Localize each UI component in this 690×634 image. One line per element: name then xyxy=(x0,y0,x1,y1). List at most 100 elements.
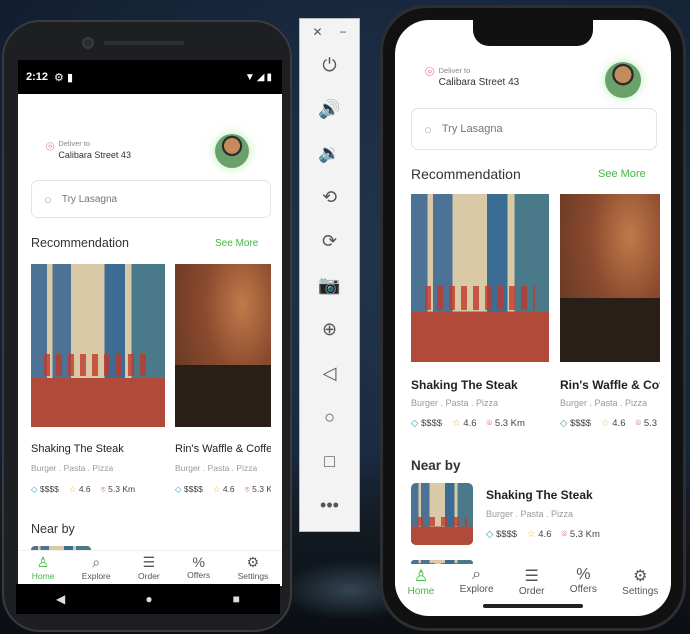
restaurant-name[interactable]: Rin's Waffle & Coffee xyxy=(175,443,271,455)
distance: 5.3 Km xyxy=(108,484,136,494)
price-level: $$$$ xyxy=(420,418,443,429)
star-icon: ☆ xyxy=(601,418,610,429)
overview-icon[interactable]: □ xyxy=(300,439,359,483)
rotate-left-icon[interactable]: ⟲ xyxy=(300,175,359,219)
volume-down-icon[interactable]: 🔉 xyxy=(300,131,359,175)
percent-icon: % xyxy=(192,554,205,570)
close-icon[interactable]: ✕ xyxy=(312,25,322,39)
star-icon: ☆ xyxy=(212,484,221,494)
volume-up-icon[interactable]: 🔊 xyxy=(300,87,359,131)
restaurant-name[interactable]: Shaking The Steak xyxy=(411,378,549,392)
restaurant-tags: Burger . Pasta . Pizza xyxy=(31,463,114,473)
price-level: $$$$ xyxy=(569,418,592,429)
rating: 4.6 xyxy=(612,418,626,429)
tab-bar: ♙ Home ⌕ Explore ☰ Order % Offers ⚙ Sett… xyxy=(18,550,282,586)
list-icon: ☰ xyxy=(524,568,539,585)
restaurant-meta: ◇ $$$$ ☆ 4.6 ⌾ 5.3 Km xyxy=(175,484,271,495)
search-icon: ⌕ xyxy=(472,566,482,583)
android-app: ⌾ Deliver to Calibara Street 43 ○ Recomm… xyxy=(18,94,282,586)
status-bar: 2:12 ⚙ ▮ ▼◢▮ xyxy=(18,60,282,94)
location-pin-icon: ⌾ xyxy=(46,138,55,154)
restaurant-meta: ◇ $$$$ ☆ 4.6 ⌾ 5.3 Km xyxy=(411,418,551,429)
more-icon[interactable]: ••• xyxy=(300,483,359,527)
rotate-right-icon[interactable]: ⟳ xyxy=(300,219,359,263)
rating: 4.6 xyxy=(78,484,91,494)
recent-apps-icon[interactable]: ■ xyxy=(233,592,240,606)
search-icon: ○ xyxy=(44,191,52,207)
tab-label: Explore xyxy=(459,584,494,595)
restaurant-name[interactable]: Shaking The Steak xyxy=(31,443,165,455)
settings-status-icon: ⚙ ▮ xyxy=(54,71,74,84)
restaurant-tags: Burger . Pasta . Pizza xyxy=(175,463,258,473)
price-tag-icon: ◇ xyxy=(31,484,38,494)
home-indicator[interactable] xyxy=(483,604,583,608)
star-icon: ☆ xyxy=(452,418,461,429)
power-icon[interactable]: ⏻ xyxy=(300,43,359,87)
ios-screen: ⌾ Deliver to Calibara Street 43 ○ Recomm… xyxy=(395,20,671,616)
search-input[interactable] xyxy=(61,193,222,205)
recommendation-title: Recommendation xyxy=(31,236,129,250)
star-icon: ☆ xyxy=(68,484,77,494)
tab-offers[interactable]: % Offers xyxy=(187,554,210,586)
search-icon: ○ xyxy=(424,121,432,137)
tab-settings[interactable]: ⚙ Settings xyxy=(622,566,658,614)
notch xyxy=(473,20,593,46)
price-tag-icon: ◇ xyxy=(560,418,568,429)
restaurant-card-image[interactable] xyxy=(411,194,549,362)
zoom-icon[interactable]: ⊕ xyxy=(300,307,359,351)
price-level: $$$$ xyxy=(495,529,518,540)
deliver-label: Deliver to xyxy=(58,139,91,148)
see-more-link[interactable]: See More xyxy=(215,238,258,249)
deliver-location[interactable]: ⌾ Deliver to Calibara Street 43 xyxy=(46,139,131,160)
price-level: $$$$ xyxy=(39,484,59,494)
recommendation-title: Recommendation xyxy=(411,166,521,182)
restaurant-card-image[interactable] xyxy=(31,264,165,427)
distance: 5.3 Km xyxy=(494,418,525,429)
price-tag-icon: ◇ xyxy=(411,418,419,429)
tab-label: Settings xyxy=(622,586,659,597)
tab-label: Order xyxy=(518,586,545,597)
tab-home[interactable]: ♙ Home xyxy=(408,566,435,614)
distance: 5.3 Km xyxy=(643,418,660,429)
restaurant-name[interactable]: Rin's Waffle & Coffee xyxy=(560,378,660,392)
price-level: $$$$ xyxy=(183,484,203,494)
back-icon[interactable]: ◀ xyxy=(56,592,65,606)
search-input[interactable] xyxy=(441,123,602,135)
gear-icon: ⚙ xyxy=(246,554,260,570)
nearby-restaurant-name[interactable]: Shaking The Steak xyxy=(486,488,656,502)
tab-label: Offers xyxy=(187,570,211,580)
minimize-icon[interactable]: − xyxy=(339,25,346,39)
home-icon[interactable]: ● xyxy=(145,592,152,606)
restaurant-card-image[interactable] xyxy=(175,264,271,427)
restaurant-card-image[interactable] xyxy=(560,194,660,362)
avatar[interactable] xyxy=(605,62,641,98)
tab-order[interactable]: ☰ Order xyxy=(138,554,160,586)
deliver-location[interactable]: ⌾ Deliver to Calibara Street 43 xyxy=(425,65,520,89)
emulator-toolbar: ✕ − ⏻ 🔊 🔉 ⟲ ⟳ 📷 ⊕ ◁ ○ □ ••• xyxy=(299,18,360,532)
delivery-address: Calibara Street 43 xyxy=(438,77,520,88)
nearby-title: Near by xyxy=(411,458,461,473)
tab-explore[interactable]: ⌕ Explore xyxy=(82,554,111,586)
home-icon[interactable]: ○ xyxy=(300,395,359,439)
signal-icons: ▼◢▮ xyxy=(244,71,274,83)
tab-home[interactable]: ♙ Home xyxy=(32,554,55,586)
list-icon: ☰ xyxy=(142,554,156,570)
person-icon: ♙ xyxy=(36,554,50,570)
restaurant-meta: ◇ $$$$ ☆ 4.6 ⌾ 5.3 Km xyxy=(560,418,660,429)
front-camera xyxy=(82,37,94,49)
ios-app: ⌾ Deliver to Calibara Street 43 ○ Recomm… xyxy=(395,20,671,616)
location-pin-icon: ⌾ xyxy=(486,418,493,429)
restaurant-tags: Burger . Pasta . Pizza xyxy=(411,398,499,408)
search-bar[interactable]: ○ xyxy=(31,180,271,218)
nearby-thumbnail[interactable] xyxy=(411,483,473,545)
avatar[interactable] xyxy=(215,134,249,168)
nearby-restaurant-meta: ◇ $$$$ ☆ 4.6 ⌾ 5.3 Km xyxy=(486,529,661,540)
status-time: 2:12 xyxy=(26,71,49,83)
tab-settings[interactable]: ⚙ Settings xyxy=(238,554,269,586)
nearby-title: Near by xyxy=(31,522,75,536)
back-icon[interactable]: ◁ xyxy=(300,351,359,395)
camera-icon[interactable]: 📷 xyxy=(300,263,359,307)
search-bar[interactable]: ○ xyxy=(411,108,657,150)
see-more-link[interactable]: See More xyxy=(598,168,646,180)
rating: 4.6 xyxy=(222,484,235,494)
